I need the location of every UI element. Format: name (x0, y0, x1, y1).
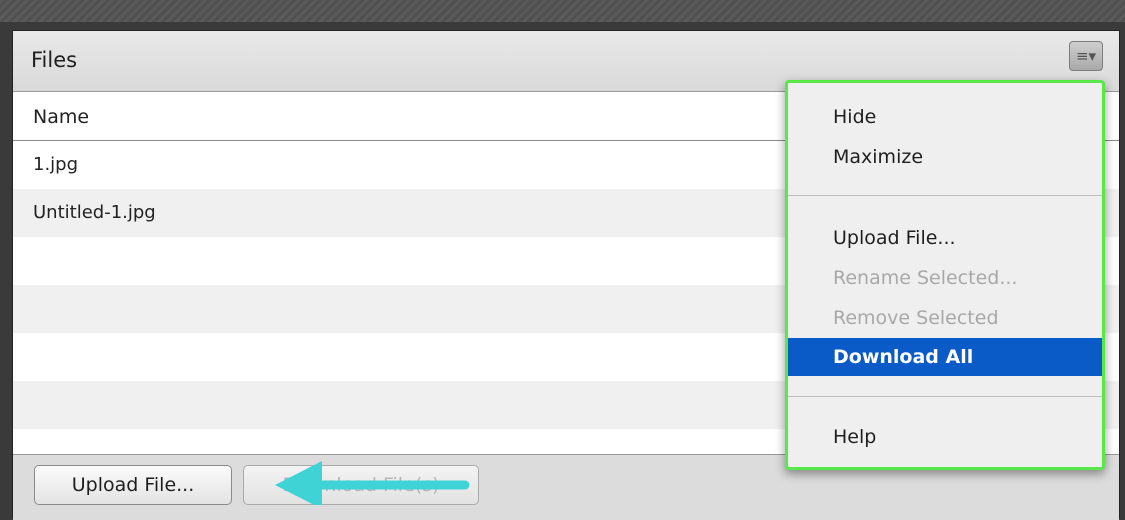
annotation-arrow-icon (275, 461, 470, 505)
menu-divider (788, 396, 1102, 397)
menu-divider (788, 195, 1102, 196)
panel-menu-button[interactable]: ≡▾ (1069, 41, 1103, 71)
menu-item-download-all[interactable]: Download All (788, 338, 1102, 376)
column-name-label: Name (33, 106, 90, 128)
panel-title: Files (31, 48, 78, 72)
hamburger-dropdown-icon: ≡▾ (1075, 46, 1097, 65)
top-decorative-strip (0, 0, 1125, 22)
menu-item-hide[interactable]: Hide (788, 98, 1102, 136)
menu-item-maximize[interactable]: Maximize (788, 138, 1102, 176)
upload-file-button[interactable]: Upload File... (34, 465, 232, 505)
panel-options-menu: Hide Maximize Upload File... Rename Sele… (785, 80, 1105, 470)
file-name: 1.jpg (33, 154, 79, 175)
menu-item-upload-file[interactable]: Upload File... (788, 219, 1102, 257)
menu-item-help[interactable]: Help (788, 418, 1102, 456)
file-name: Untitled-1.jpg (33, 202, 156, 223)
menu-item-rename-selected: Rename Selected... (833, 267, 1018, 289)
menu-item-remove-selected: Remove Selected (833, 307, 999, 329)
